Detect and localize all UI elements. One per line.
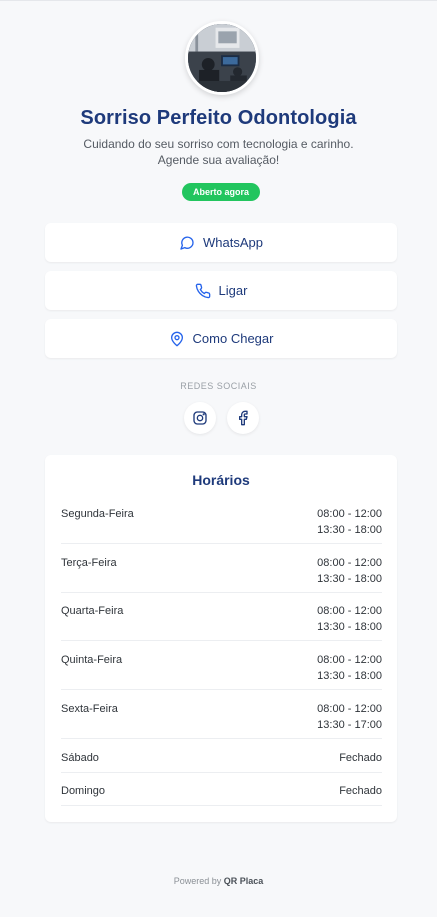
hours-morning: 08:00 - 12:00 (317, 703, 382, 715)
description-line-1: Cuidando do seu sorriso com tecnologia e… (83, 137, 354, 151)
hours-row-friday: Sexta-Feira 08:00 - 12:00 13:30 - 17:00 (61, 701, 382, 739)
day-label: Terça-Feira (61, 557, 117, 569)
facebook-icon (235, 410, 251, 426)
instagram-link[interactable] (184, 402, 216, 434)
directions-label: Como Chegar (192, 331, 274, 346)
hours-morning: 08:00 - 12:00 (317, 557, 382, 569)
day-hours: Fechado (339, 785, 382, 797)
hours-morning: 08:00 - 12:00 (317, 654, 382, 666)
day-hours: 08:00 - 12:00 13:30 - 17:00 (317, 701, 382, 733)
hours-row-wednesday: Quarta-Feira 08:00 - 12:00 13:30 - 18:00 (61, 603, 382, 641)
day-label: Quinta-Feira (61, 654, 123, 666)
profile-photo (185, 21, 259, 95)
footer-brand-link[interactable]: QR Placa (224, 876, 264, 886)
map-pin-icon (169, 331, 185, 347)
clinic-photo-image (188, 24, 256, 92)
day-hours: 08:00 - 12:00 13:30 - 18:00 (317, 603, 382, 635)
hours-afternoon: 13:30 - 18:00 (317, 524, 382, 536)
hours-card: Horários Segunda-Feira 08:00 - 12:00 13:… (45, 455, 397, 822)
facebook-link[interactable] (227, 402, 259, 434)
hours-afternoon: 13:30 - 17:00 (317, 719, 382, 731)
powered-by-footer: Powered by QR Placa (0, 876, 437, 886)
hours-title: Horários (192, 472, 250, 488)
hours-morning: 08:00 - 12:00 (317, 605, 382, 617)
hours-afternoon: 13:30 - 18:00 (317, 573, 382, 585)
hours-morning: 08:00 - 12:00 (317, 508, 382, 520)
status-badge: Aberto agora (182, 183, 260, 201)
day-hours: 08:00 - 12:00 13:30 - 18:00 (317, 506, 382, 538)
day-label: Sexta-Feira (61, 703, 118, 715)
instagram-icon (192, 410, 208, 426)
hours-row-saturday: Sábado Fechado (61, 750, 382, 773)
call-label: Ligar (218, 283, 248, 298)
day-hours: 08:00 - 12:00 13:30 - 18:00 (317, 652, 382, 684)
hours-row-monday: Segunda-Feira 08:00 - 12:00 13:30 - 18:0… (61, 506, 382, 544)
day-hours: Fechado (339, 752, 382, 764)
footer-prefix: Powered by (173, 876, 222, 886)
day-label: Sábado (61, 752, 99, 764)
description-line-2: Agende sua avaliação! (157, 153, 280, 167)
day-label: Domingo (61, 785, 106, 797)
page-title: Sorriso Perfeito Odontologia (80, 107, 357, 129)
hours-afternoon: 13:30 - 18:00 (317, 621, 382, 633)
whatsapp-button[interactable]: WhatsApp (45, 223, 397, 262)
day-label: Quarta-Feira (61, 605, 124, 617)
phone-icon (195, 283, 211, 299)
hours-row-tuesday: Terça-Feira 08:00 - 12:00 13:30 - 18:00 (61, 555, 382, 593)
social-section-title: REDES SOCIAIS (180, 381, 257, 391)
chat-bubble-icon (179, 235, 195, 251)
directions-button[interactable]: Como Chegar (45, 319, 397, 358)
call-button[interactable]: Ligar (45, 271, 397, 310)
hours-row-sunday: Domingo Fechado (61, 783, 382, 806)
whatsapp-label: WhatsApp (203, 235, 263, 250)
day-label: Segunda-Feira (61, 508, 134, 520)
day-hours: 08:00 - 12:00 13:30 - 18:00 (317, 555, 382, 587)
hours-row-thursday: Quinta-Feira 08:00 - 12:00 13:30 - 18:00 (61, 652, 382, 690)
hours-afternoon: 13:30 - 18:00 (317, 670, 382, 682)
business-description: Cuidando do seu sorriso com tecnologia e… (60, 136, 377, 168)
